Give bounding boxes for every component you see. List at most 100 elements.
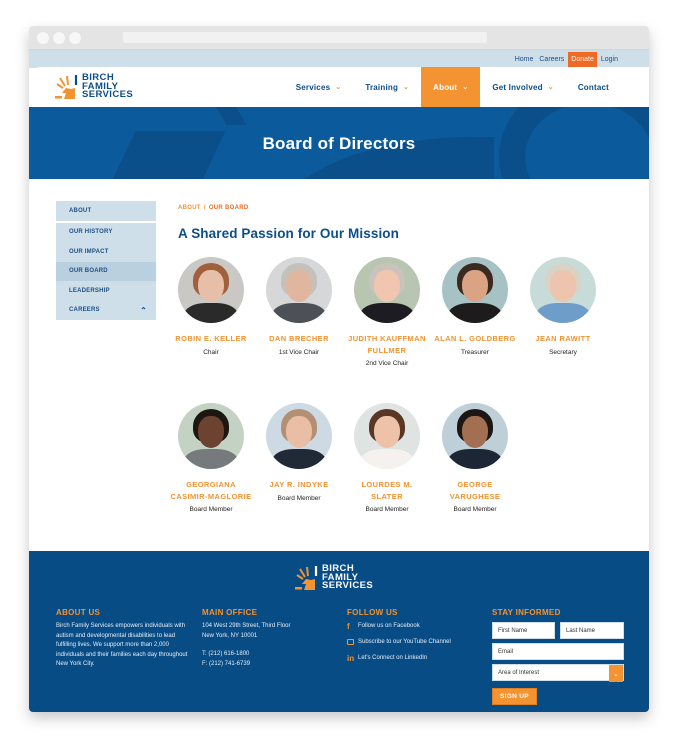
site-footer: BIRCH FAMILY SERVICES ABOUT US Birch Fam… (29, 551, 649, 712)
section-title: A Shared Passion for Our Mission (178, 226, 399, 241)
nav-item-services[interactable]: Services ⌄ (284, 67, 354, 107)
browser-window: Home Careers Donate Login BIRCH FAMILY S… (29, 26, 649, 712)
footer-about-heading: ABOUT US (56, 608, 101, 617)
member-name: ALAN L. GOLDBERG (434, 334, 516, 343)
member-role: Board Member (189, 506, 233, 513)
window-control-maximize[interactable] (69, 32, 81, 44)
nav-item-about[interactable]: About ⌄ (421, 67, 481, 107)
office-address-line-2: New York, NY 10001 (202, 632, 258, 639)
sidebar-item-careers[interactable]: CAREERS ⌃ (56, 300, 156, 320)
member-role: Board Member (365, 506, 409, 513)
nav-label: Training (365, 82, 399, 92)
board-member-card[interactable]: JAY R. INDYKE Board Member (257, 403, 341, 502)
member-role: Treasurer (461, 348, 489, 356)
hero-decoration (102, 131, 226, 179)
breadcrumb-current: OUR BOARD (208, 205, 249, 211)
hero-decoration (211, 107, 247, 125)
logo-wordmark: BIRCH FAMILY SERVICES (322, 564, 374, 591)
member-photo (266, 257, 332, 323)
member-photo (442, 403, 508, 469)
facebook-link-label: Follow us on Facebook (358, 623, 420, 629)
nav-item-training[interactable]: Training ⌄ (353, 67, 421, 107)
chevron-down-icon: ⌄ (335, 84, 342, 91)
window-control-minimize[interactable] (53, 32, 65, 44)
sidebar-item-about[interactable]: ABOUT (56, 201, 156, 221)
window-control-close[interactable] (37, 32, 49, 44)
sidebar-item-label: LEADERSHIP (69, 287, 110, 294)
breadcrumb-about[interactable]: ABOUT (178, 205, 201, 211)
sidebar-item-leadership[interactable]: LEADERSHIP (56, 281, 156, 301)
utility-nav: Home Careers Donate Login (29, 50, 649, 68)
last-name-input[interactable]: Last Name (560, 622, 624, 639)
breadcrumb: ABOUT / OUR BOARD (178, 205, 249, 211)
member-photo (354, 257, 420, 323)
nav-label: Contact (577, 82, 609, 92)
member-name: LOURDES M. SLATER (361, 480, 413, 501)
member-photo (266, 403, 332, 469)
board-member-card[interactable]: DAN BRECHER 1st Vice Chair (257, 257, 341, 356)
member-role: Secretary (549, 348, 577, 356)
board-member-card[interactable]: JUDITH KAUFFMAN FULLMER 2nd Vice Chair (345, 257, 429, 367)
linkedin-link[interactable]: in Let's Connect on LinkedIn (347, 650, 477, 666)
youtube-icon (347, 639, 354, 645)
sunburst-logo-icon (55, 74, 78, 99)
member-photo (530, 257, 596, 323)
hero-decoration (499, 107, 649, 179)
office-fax: F: (212) 741-6739 (202, 660, 251, 667)
donate-button[interactable]: Donate (568, 51, 597, 67)
office-phone[interactable]: T: (212) 616-1800 (202, 650, 332, 660)
logo-line-3: SERVICES (82, 89, 134, 100)
logo-line-3: SERVICES (322, 580, 374, 591)
utility-link-careers[interactable]: Careers (536, 52, 567, 67)
member-name: DAN BRECHER (269, 334, 329, 343)
sidebar-item-our-history[interactable]: OUR HISTORY (56, 222, 156, 242)
main-content: ABOUT OUR HISTORY OUR IMPACT OUR BOARD L… (29, 179, 649, 551)
sidebar-item-our-impact[interactable]: OUR IMPACT (56, 242, 156, 262)
board-member-card[interactable]: ROBIN E. KELLER Chair (169, 257, 253, 356)
board-member-card[interactable]: LOURDES M. SLATER Board Member (345, 403, 429, 513)
sidebar-nav: ABOUT OUR HISTORY OUR IMPACT OUR BOARD L… (56, 201, 156, 320)
sidebar-item-label: OUR HISTORY (69, 229, 113, 236)
sign-up-button[interactable]: SIGN UP (492, 688, 537, 705)
page-title: Board of Directors (262, 134, 416, 153)
sidebar-item-label: ABOUT (69, 207, 92, 214)
address-bar[interactable] (123, 32, 487, 43)
footer-follow-heading: FOLLOW US (347, 608, 398, 617)
youtube-link-label: Subscribe to our YouTube Channel (358, 639, 451, 645)
email-input[interactable]: Email (492, 643, 624, 660)
member-role: 2nd Vice Chair (365, 360, 409, 367)
sidebar-item-our-board[interactable]: OUR BOARD (56, 261, 156, 281)
linkedin-link-label: Let's Connect on LinkedIn (358, 655, 428, 661)
member-name: GEORGIANA CASIMIR-MAGLORIE (170, 480, 252, 501)
chevron-down-icon[interactable]: ⌄ (609, 665, 623, 682)
nav-item-contact[interactable]: Contact (566, 67, 649, 107)
facebook-link[interactable]: f Follow us on Facebook (347, 618, 477, 634)
footer-newsletter-heading: STAY INFORMED (492, 608, 561, 617)
footer-logo[interactable]: BIRCH FAMILY SERVICES (295, 564, 374, 591)
member-name: ROBIN E. KELLER (175, 334, 247, 343)
utility-link-login[interactable]: Login (598, 52, 621, 67)
footer-newsletter: STAY INFORMED First Name Last Name Email… (492, 608, 624, 705)
board-member-card[interactable]: JEAN RAWITT Secretary (521, 257, 605, 356)
member-photo (442, 257, 508, 323)
breadcrumb-separator: / (203, 205, 206, 211)
browser-chrome (29, 26, 649, 50)
utility-link-home[interactable]: Home (512, 52, 537, 67)
member-name: JAY R. INDYKE (269, 480, 329, 489)
chevron-up-icon[interactable]: ⌃ (140, 306, 147, 315)
board-member-card[interactable]: GEORGIANA CASIMIR-MAGLORIE Board Member (169, 403, 253, 513)
first-name-input[interactable]: First Name (492, 622, 555, 639)
board-member-card[interactable]: ALAN L. GOLDBERG Treasurer (433, 257, 517, 356)
site-logo[interactable]: BIRCH FAMILY SERVICES (55, 73, 134, 100)
select-value: Area of Interest (498, 669, 540, 676)
member-role: Board Member (453, 506, 497, 513)
nav-item-get-involved[interactable]: Get Involved ⌄ (480, 67, 566, 107)
youtube-link[interactable]: Subscribe to our YouTube Channel (347, 634, 477, 650)
member-photo (178, 257, 244, 323)
board-member-card[interactable]: GEORGE VARUGHESE Board Member (433, 403, 517, 513)
chevron-down-icon: ⌄ (462, 84, 469, 91)
sidebar-item-label: OUR IMPACT (69, 248, 109, 255)
footer-follow: FOLLOW US f Follow us on Facebook Subscr… (347, 608, 477, 666)
area-of-interest-select[interactable]: Area of Interest ⌄ (492, 664, 624, 682)
member-name: JUDITH KAUFFMAN FULLMER (348, 334, 426, 355)
